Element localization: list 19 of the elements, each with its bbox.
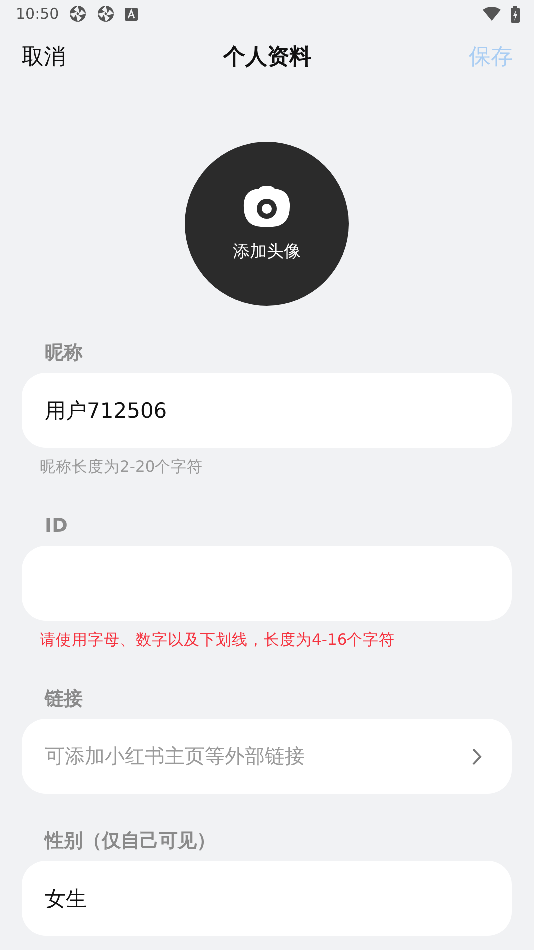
text-field[interactable]: 女生 xyxy=(22,861,512,936)
text-field[interactable]: 用户712506 xyxy=(22,373,512,448)
chevron-right-icon xyxy=(472,748,482,766)
add-avatar-button[interactable]: 添加头像 xyxy=(185,142,349,306)
cancel-button[interactable]: 取消 xyxy=(22,42,66,72)
status-time: 10:50 xyxy=(16,5,60,23)
notification-icon xyxy=(125,8,138,20)
aperture-icon xyxy=(97,5,116,23)
camera-icon xyxy=(243,186,291,228)
page-title: 个人资料 xyxy=(224,44,312,72)
battery-icon xyxy=(511,6,520,22)
wifi-icon xyxy=(483,7,501,21)
field-label: 昵称 xyxy=(45,341,84,365)
field-label: ID xyxy=(45,514,69,538)
error-message: 请使用字母、数字以及下划线，长度为4-16个字符 xyxy=(40,630,396,651)
field-label: 链接 xyxy=(45,687,84,711)
aperture-icon xyxy=(69,5,88,23)
field-label: 性别（仅自己可见） xyxy=(45,829,217,853)
hint-text: 昵称长度为2-20个字符 xyxy=(40,457,204,478)
